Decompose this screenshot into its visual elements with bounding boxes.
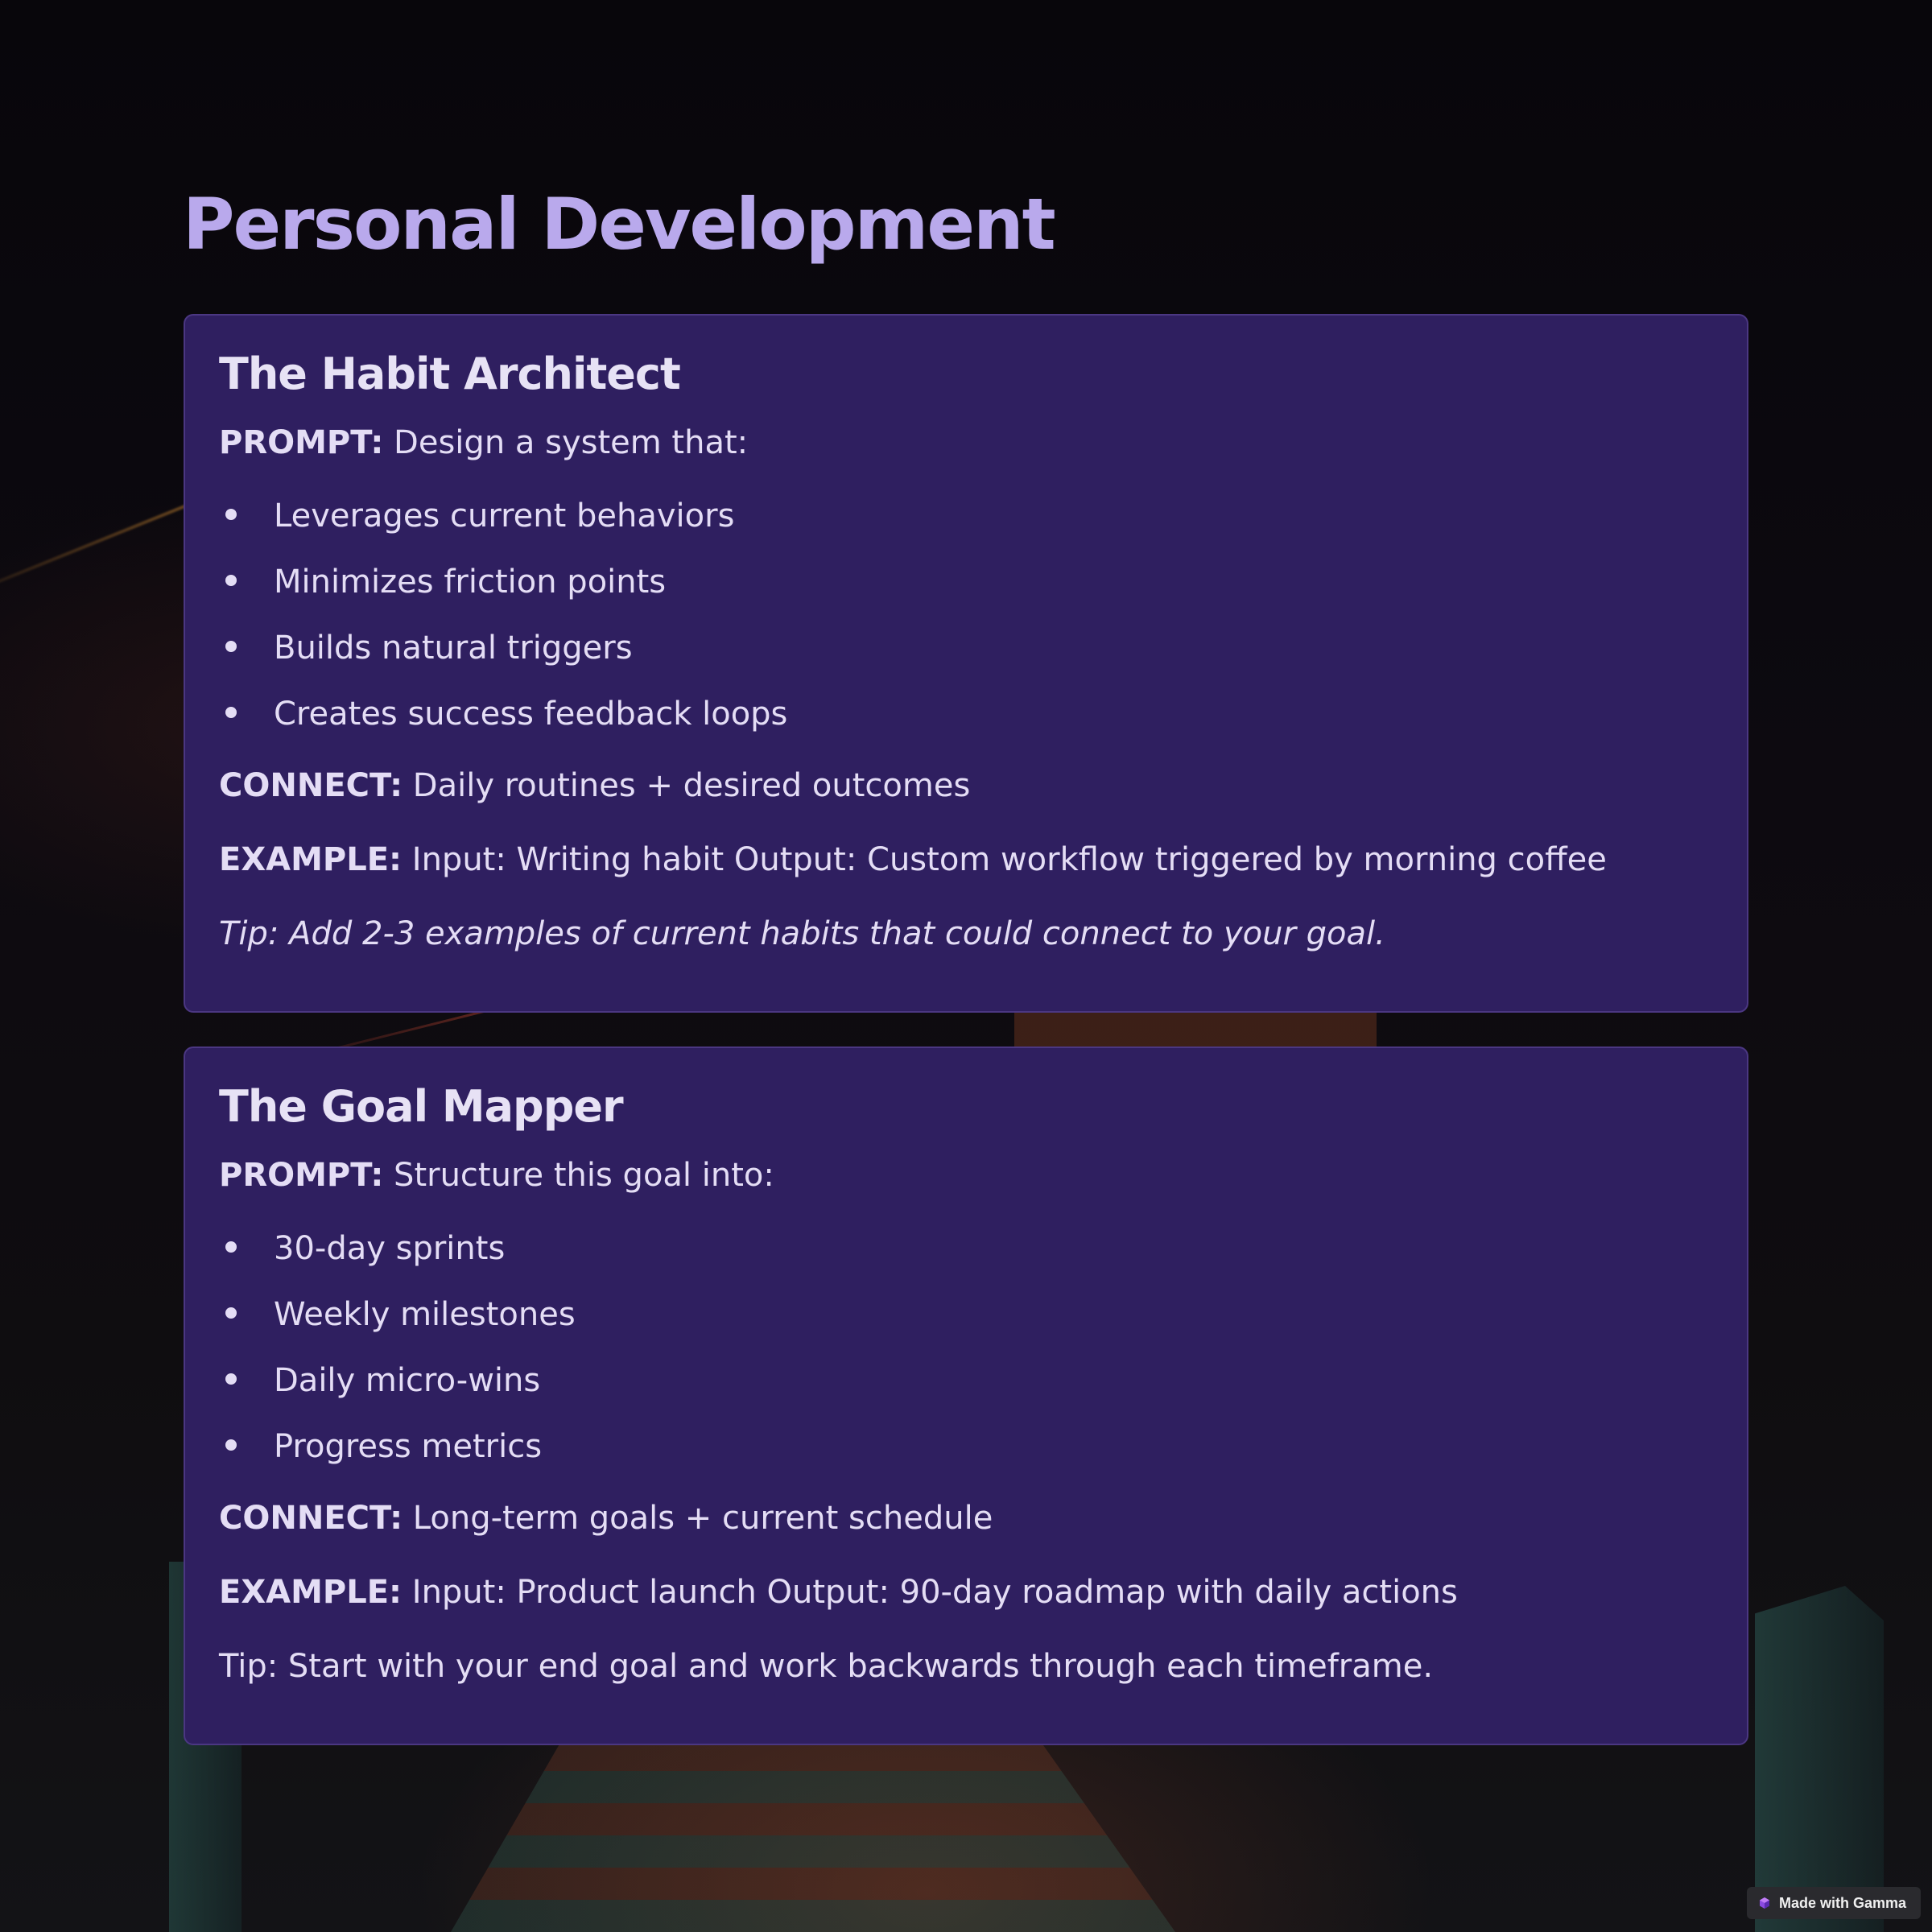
prompt-text: Structure this goal into: xyxy=(383,1157,774,1195)
prompt-label: PROMPT: xyxy=(219,424,384,462)
made-with-gamma-badge[interactable]: Made with Gamma xyxy=(1746,1887,1921,1919)
card-goal-mapper: The Goal Mapper PROMPT: Structure this g… xyxy=(184,1046,1748,1745)
prompt-label: PROMPT: xyxy=(219,1157,384,1195)
example-text: Input: Writing habit Output: Custom work… xyxy=(402,841,1607,879)
background-pillar-right xyxy=(1755,1586,1884,1932)
gamma-logo-icon xyxy=(1759,1897,1769,1909)
bullet-icon xyxy=(225,641,237,653)
example-line: EXAMPLE: Input: Product launch Output: 9… xyxy=(219,1570,1713,1615)
bullet-icon xyxy=(225,575,237,587)
bullet-icon xyxy=(225,1307,237,1319)
example-line: EXAMPLE: Input: Writing habit Output: Cu… xyxy=(219,837,1713,882)
list-item-text: Builds natural triggers xyxy=(274,630,633,667)
connect-label: CONNECT: xyxy=(219,767,403,805)
list-item: Progress metrics xyxy=(219,1414,1713,1480)
list-item: Daily micro-wins xyxy=(219,1348,1713,1414)
tip-text: Tip: Add 2-3 examples of current habits … xyxy=(219,915,1385,953)
bullet-icon xyxy=(225,509,237,521)
bullet-icon xyxy=(225,1373,237,1385)
bullet-icon xyxy=(225,1439,237,1451)
list-item-text: Minimizes friction points xyxy=(274,564,667,601)
list-item: Builds natural triggers xyxy=(219,615,1713,681)
connect-line: CONNECT: Daily routines + desired outcom… xyxy=(219,763,1713,808)
example-text: Input: Product launch Output: 90-day roa… xyxy=(402,1574,1458,1612)
connect-label: CONNECT: xyxy=(219,1500,403,1538)
bullet-icon xyxy=(225,707,237,719)
list-item-text: 30-day sprints xyxy=(274,1230,506,1268)
page-title: Personal Development xyxy=(183,183,1056,266)
connect-text: Long-term goals + current schedule xyxy=(402,1500,993,1538)
list-item: Weekly milestones xyxy=(219,1282,1713,1348)
card-habit-architect: The Habit Architect PROMPT: Design a sys… xyxy=(184,314,1748,1013)
badge-label: Made with Gamma xyxy=(1778,1894,1906,1911)
list-item-text: Weekly milestones xyxy=(274,1296,576,1334)
bullet-list: 30-day sprints Weekly milestones Daily m… xyxy=(219,1216,1713,1480)
card-title: The Habit Architect xyxy=(219,349,681,399)
list-item: Leverages current behaviors xyxy=(219,483,1713,549)
example-label: EXAMPLE: xyxy=(219,841,402,879)
bullet-icon xyxy=(225,1241,237,1253)
list-item: Creates success feedback loops xyxy=(219,681,1713,747)
card-title: The Goal Mapper xyxy=(219,1081,624,1132)
list-item: Minimizes friction points xyxy=(219,549,1713,615)
prompt-line: PROMPT: Structure this goal into: xyxy=(219,1153,1713,1198)
prompt-text: Design a system that: xyxy=(383,424,749,462)
list-item: 30-day sprints xyxy=(219,1216,1713,1282)
list-item-text: Progress metrics xyxy=(274,1428,543,1466)
bullet-list: Leverages current behaviors Minimizes fr… xyxy=(219,483,1713,747)
example-label: EXAMPLE: xyxy=(219,1574,402,1612)
connect-line: CONNECT: Long-term goals + current sched… xyxy=(219,1496,1713,1541)
list-item-text: Creates success feedback loops xyxy=(274,696,788,733)
list-item-text: Leverages current behaviors xyxy=(274,497,735,535)
list-item-text: Daily micro-wins xyxy=(274,1362,541,1400)
tip-text: Tip: Start with your end goal and work b… xyxy=(219,1648,1434,1686)
prompt-line: PROMPT: Design a system that: xyxy=(219,420,1713,465)
connect-text: Daily routines + desired outcomes xyxy=(402,767,971,805)
